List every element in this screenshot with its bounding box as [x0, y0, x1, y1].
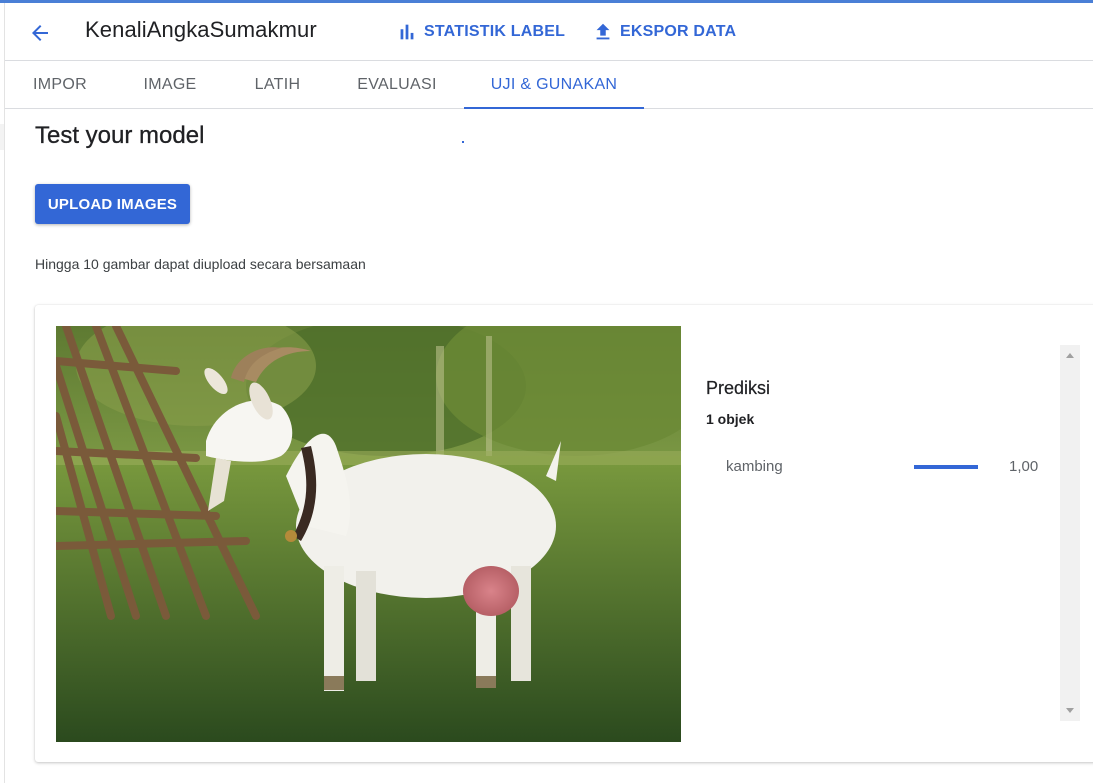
tab-bar: IMPOR IMAGE LATIH EVALUASI UJI & GUNAKAN: [5, 61, 1093, 109]
prediction-row: kambing 1,00: [706, 457, 1060, 477]
tab-uji-gunakan[interactable]: UJI & GUNAKAN: [464, 61, 644, 109]
upload-images-button[interactable]: UPLOAD IMAGES: [35, 184, 190, 224]
page-title: Test your model: [35, 122, 205, 149]
left-edge-rail: [0, 3, 5, 783]
tab-impor[interactable]: IMPOR: [5, 61, 115, 108]
tab-image[interactable]: IMAGE: [115, 61, 225, 108]
triangle-down-icon: [1066, 708, 1074, 713]
stray-dot: [462, 141, 464, 143]
goat-photo-illustration: [56, 326, 681, 742]
prediction-scrollbar[interactable]: [1060, 345, 1080, 721]
confidence-bar: [914, 465, 978, 469]
test-image-goat: [56, 326, 681, 742]
app-title: KenaliAngkaSumakmur: [85, 17, 317, 42]
prediction-score: 1,00: [1009, 458, 1039, 475]
statistik-label-button[interactable]: STATISTIK LABEL: [396, 19, 565, 45]
arrow-back-icon: [32, 25, 48, 41]
app-header: KenaliAngkaSumakmur STATISTIK LABEL EKSP…: [5, 3, 1093, 61]
prediction-title: Prediksi: [706, 378, 771, 398]
upload-icon: [596, 23, 610, 40]
prediction-panel: Prediksi 1 objek kambing 1,00: [706, 347, 1060, 722]
tab-evaluasi[interactable]: EVALUASI: [330, 61, 464, 108]
left-edge-marker: [0, 124, 4, 150]
confidence-bar-fill: [914, 465, 978, 469]
scroll-up-arrow[interactable]: [1060, 347, 1080, 363]
statistik-label-text: STATISTIK LABEL: [424, 23, 566, 40]
ekspor-data-text: EKSPOR DATA: [620, 23, 737, 40]
prediction-label: kambing: [726, 458, 783, 475]
object-count: 1 objek: [706, 411, 755, 427]
triangle-up-icon: [1066, 353, 1074, 358]
tab-latih[interactable]: LATIH: [225, 61, 330, 108]
bar-chart-icon: [400, 24, 414, 40]
prediction-card: Prediksi 1 objek kambing 1,00: [35, 305, 1093, 762]
upload-limit-note: Hingga 10 gambar dapat diupload secara b…: [35, 256, 366, 272]
scroll-down-arrow[interactable]: [1060, 703, 1080, 719]
back-button[interactable]: [25, 18, 55, 48]
ekspor-data-button[interactable]: EKSPOR DATA: [592, 19, 736, 45]
